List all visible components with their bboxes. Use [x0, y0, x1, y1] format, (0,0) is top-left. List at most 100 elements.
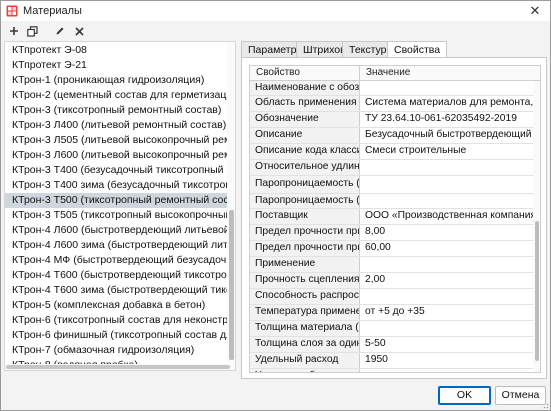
- list-item[interactable]: КТрон-6 финишный (тиксотропный состав дл…: [5, 328, 228, 343]
- list-item[interactable]: КТрон-6 (тиксотропный состав для неконст…: [5, 313, 228, 328]
- property-row[interactable]: Температура применения (°С)от +5 до +35: [250, 305, 533, 321]
- list-item[interactable]: КТрон-4 Т600 зима (быстротвердеющий тикс…: [5, 283, 228, 298]
- property-value[interactable]: от +5 до +35: [360, 305, 533, 320]
- materials-app-icon: [6, 5, 18, 17]
- toolbar: [1, 21, 550, 41]
- property-value[interactable]: [360, 321, 533, 336]
- property-name: Описание кода классификат...: [250, 144, 360, 159]
- property-row[interactable]: Условное обозначение мате...: [250, 369, 533, 372]
- pencil-icon: [56, 27, 64, 35]
- list-item[interactable]: КТрон-3 Т400 зима (безусадочный тиксотро…: [5, 178, 228, 193]
- property-value[interactable]: 60,00: [360, 241, 533, 256]
- cancel-button[interactable]: Отмена: [495, 386, 546, 405]
- list-item[interactable]: КТрон-3 (тиксотропный ремонтный состав): [5, 103, 228, 118]
- materials-dialog: Материалы ✕ КТпротект Э-08 КТпротект Э-21…: [0, 0, 551, 411]
- property-value[interactable]: Смеси строительные: [360, 144, 533, 159]
- property-row[interactable]: Паропроницаемость (мг/м·ч...: [250, 194, 533, 209]
- property-name: Обозначение: [250, 112, 360, 127]
- property-value[interactable]: [360, 257, 533, 272]
- property-row[interactable]: Паропроницаемость (г/м² - с...: [250, 176, 533, 194]
- list-item[interactable]: КТрон-3 Л600 (литьевой высокопрочный рем…: [5, 148, 228, 163]
- property-value[interactable]: [360, 176, 533, 193]
- list-item[interactable]: КТрон-4 Л600 зима (быстротвердеющий лить…: [5, 238, 228, 253]
- property-value[interactable]: [360, 81, 533, 95]
- list-item[interactable]: КТрон-5 (комплексная добавка в бетон): [5, 298, 228, 313]
- grid-scroll-thumb[interactable]: [535, 221, 539, 361]
- column-header-value[interactable]: Значение: [360, 66, 410, 80]
- copy-button[interactable]: [25, 24, 39, 38]
- property-row[interactable]: Предел прочности при скат...60,00: [250, 241, 533, 257]
- properties-grid-header: Свойство Значение: [250, 66, 540, 81]
- list-item[interactable]: КТрон-4 МФ (быстротвердеющий безусадочны…: [5, 253, 228, 268]
- title-bar[interactable]: Материалы ✕: [1, 1, 550, 21]
- list-item[interactable]: КТрон-3 Т500 (тиксотропный ремонтный сос…: [5, 193, 228, 208]
- property-row[interactable]: Толщина слоя за один прохо...5-50: [250, 337, 533, 353]
- list-vertical-scrollbar[interactable]: [227, 42, 235, 370]
- property-value[interactable]: Система материалов для ремонта, усиления…: [360, 96, 533, 111]
- property-row[interactable]: Предел прочности при изгиб...8,00: [250, 225, 533, 241]
- property-name: Прочность сцепления с осно...: [250, 273, 360, 288]
- property-value[interactable]: [360, 289, 533, 304]
- property-row[interactable]: Толщина материала (мм): [250, 321, 533, 337]
- property-row[interactable]: Способность распространен...: [250, 289, 533, 305]
- list-item[interactable]: КТрон-2 (цементный состав для герметизац…: [5, 88, 228, 103]
- property-value[interactable]: ТУ 23.64.10-061-62035492-2019: [360, 112, 533, 127]
- delete-button[interactable]: [72, 24, 86, 38]
- window-title: Материалы: [23, 5, 82, 17]
- list-item[interactable]: КТрон-7 (обмазочная гидроизоляция): [5, 343, 228, 358]
- list-item[interactable]: КТрон-3 Л400 (литьевой ремонтный состав): [5, 118, 228, 133]
- property-value[interactable]: 8,00: [360, 225, 533, 240]
- property-value[interactable]: ООО «Производственная компания КТ»: [360, 209, 533, 224]
- property-name: Толщина материала (мм): [250, 321, 360, 336]
- property-value[interactable]: 5-50: [360, 337, 533, 352]
- list-horizontal-scrollbar[interactable]: [5, 364, 235, 370]
- property-name: Предел прочности при изгиб...: [250, 225, 360, 240]
- list-item[interactable]: КТпротект Э-21: [5, 58, 228, 73]
- list-item[interactable]: КТрон-3 Т505 (тиксотропный высокопрочный…: [5, 208, 228, 223]
- property-value[interactable]: [360, 194, 533, 208]
- property-row[interactable]: Относительное удлинение п...: [250, 160, 533, 176]
- list-hscroll-thumb[interactable]: [6, 365, 230, 369]
- property-name: Условное обозначение мате...: [250, 369, 360, 372]
- column-header-property[interactable]: Свойство: [250, 66, 300, 80]
- grid-vertical-scrollbar[interactable]: [533, 81, 540, 372]
- properties-panel: Свойство Значение Наименование с обознач…: [241, 57, 547, 379]
- materials-list[interactable]: КТпротект Э-08 КТпротект Э-21 КТрон-1 (про…: [4, 41, 236, 371]
- property-row[interactable]: Наименование с обозначени...: [250, 81, 533, 96]
- list-item[interactable]: КТрон-3 Т400 (безусадочный тиксотропный …: [5, 163, 228, 178]
- plus-icon: [10, 27, 18, 35]
- close-icon[interactable]: ✕: [528, 4, 542, 18]
- add-button[interactable]: [7, 24, 21, 38]
- list-item[interactable]: КТрон-3 Л505 (литьевой высокопрочный рем…: [5, 133, 228, 148]
- property-value[interactable]: 2,00: [360, 273, 533, 288]
- resize-grip-icon[interactable]: [541, 401, 549, 409]
- property-name: Поставщик: [250, 209, 360, 224]
- property-row[interactable]: Область применения Система материалов для…: [250, 96, 533, 112]
- property-row[interactable]: Применение: [250, 257, 533, 273]
- property-row[interactable]: Прочность сцепления с осно...2,00: [250, 273, 533, 289]
- list-item[interactable]: КТрон-4 Л600 (быстротвердеющий литьевой …: [5, 223, 228, 238]
- list-item[interactable]: КТрон-1 (проникающая гидроизоляция): [5, 73, 228, 88]
- ok-button[interactable]: OK: [438, 386, 491, 405]
- property-name: Предел прочности при скат...: [250, 241, 360, 256]
- property-name: Наименование с обозначени...: [250, 81, 360, 95]
- list-item[interactable]: КТрон-4 Т600 (быстротвердеющий тиксотроп…: [5, 268, 228, 283]
- property-row[interactable]: Описание кода классификат...Смеси строит…: [250, 144, 533, 160]
- property-row[interactable]: Поставщик ООО «Производственная компания …: [250, 209, 533, 225]
- x-icon: [74, 26, 84, 36]
- property-name: Толщина слоя за один прохо...: [250, 337, 360, 352]
- property-value[interactable]: [360, 160, 533, 175]
- property-name: Относительное удлинение п...: [250, 160, 360, 175]
- property-name: Способность распространен...: [250, 289, 360, 304]
- property-row[interactable]: Обозначение ТУ 23.64.10-061-62035492-2019: [250, 112, 533, 128]
- list-item[interactable]: КТпротект Э-08: [5, 43, 228, 58]
- property-row[interactable]: ОписаниеБезусадочный быстротвердеющий ти…: [250, 128, 533, 144]
- property-value[interactable]: 1950: [360, 353, 533, 368]
- property-row[interactable]: Удельный расход 1950: [250, 353, 533, 369]
- property-value[interactable]: [360, 369, 533, 372]
- property-value[interactable]: Безусадочный быстротвердеющий тиксотро..…: [360, 128, 533, 143]
- edit-button[interactable]: [53, 24, 67, 38]
- list-scroll-thumb[interactable]: [229, 210, 234, 360]
- property-name: Температура применения (°С): [250, 305, 360, 320]
- copy-icon: [26, 25, 38, 37]
